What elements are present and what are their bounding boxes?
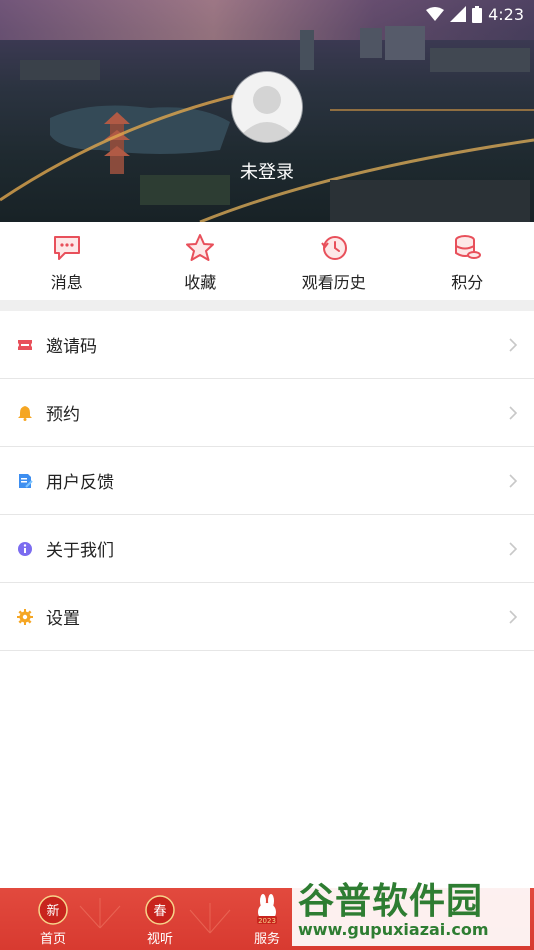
menu-item-label: 关于我们 xyxy=(46,541,114,561)
profile-header: 4:23 未登录 xyxy=(0,0,534,222)
battery-icon xyxy=(472,5,483,23)
menu-item-feedback[interactable]: 用户反馈 xyxy=(0,447,534,515)
tab-badge: 春 xyxy=(153,904,166,919)
menu-item-label: 用户反馈 xyxy=(46,473,114,493)
menu-item-settings[interactable]: 设置 xyxy=(0,583,534,651)
menu-item-label: 预约 xyxy=(46,405,80,425)
ticket-icon xyxy=(18,339,32,350)
quick-actions: 消息 收藏 观看历史 积分 xyxy=(0,222,534,300)
section-divider xyxy=(0,300,534,311)
quick-action-points[interactable]: 积分 xyxy=(401,222,534,300)
settings-menu: 邀请码 预约 用户反馈 关于我们 设置 xyxy=(0,311,534,651)
wifi-icon xyxy=(426,6,445,22)
quick-action-label: 观看历史 xyxy=(301,273,366,292)
gear-icon xyxy=(17,608,33,625)
quick-action-label: 收藏 xyxy=(184,273,217,292)
chevron-right-icon xyxy=(509,405,518,420)
tab-label: 服务 xyxy=(253,932,280,947)
menu-item-reservation[interactable]: 预约 xyxy=(0,379,534,447)
status-bar: 4:23 xyxy=(426,4,524,24)
tab-label: 视听 xyxy=(146,932,173,947)
bell-icon xyxy=(18,405,32,421)
menu-item-label: 设置 xyxy=(46,609,80,629)
star-icon xyxy=(186,234,215,261)
tab-home[interactable]: 新 首页 xyxy=(13,888,93,950)
coins-icon xyxy=(455,235,482,259)
tab-badge: 新 xyxy=(46,903,59,919)
home-icon: 新 xyxy=(38,895,68,925)
watermark-text: 谷普软件园 xyxy=(298,881,484,922)
tab-media[interactable]: 春 视听 xyxy=(120,888,200,950)
tab-label: 首页 xyxy=(39,932,66,947)
quick-action-label: 积分 xyxy=(451,273,484,292)
menu-item-invite-code[interactable]: 邀请码 xyxy=(0,311,534,379)
chevron-right-icon xyxy=(509,609,518,624)
message-icon xyxy=(53,236,80,260)
media-icon: 春 xyxy=(145,895,175,925)
feedback-icon xyxy=(19,473,33,488)
history-icon xyxy=(320,236,347,260)
chevron-right-icon xyxy=(509,541,518,556)
menu-item-label: 邀请码 xyxy=(46,337,97,357)
info-icon xyxy=(18,541,32,556)
avatar[interactable] xyxy=(232,72,302,142)
menu-item-about-us[interactable]: 关于我们 xyxy=(0,515,534,583)
quick-action-history[interactable]: 观看历史 xyxy=(267,222,401,300)
watermark: 谷普软件园 www.gupuxiazai.com xyxy=(292,868,530,946)
quick-action-favorites[interactable]: 收藏 xyxy=(134,222,268,300)
quick-action-messages[interactable]: 消息 xyxy=(0,222,134,300)
watermark-url: www.gupuxiazai.com xyxy=(298,920,489,939)
status-time: 4:23 xyxy=(488,4,524,24)
login-status-label[interactable]: 未登录 xyxy=(0,158,534,184)
user-silhouette-icon xyxy=(242,86,292,142)
signal-icon xyxy=(450,6,467,22)
chevron-right-icon xyxy=(509,337,518,352)
rabbit-icon: 2023 xyxy=(257,894,277,925)
tab-badge: 2023 xyxy=(258,917,276,925)
chevron-right-icon xyxy=(509,473,518,488)
quick-action-label: 消息 xyxy=(50,273,83,292)
